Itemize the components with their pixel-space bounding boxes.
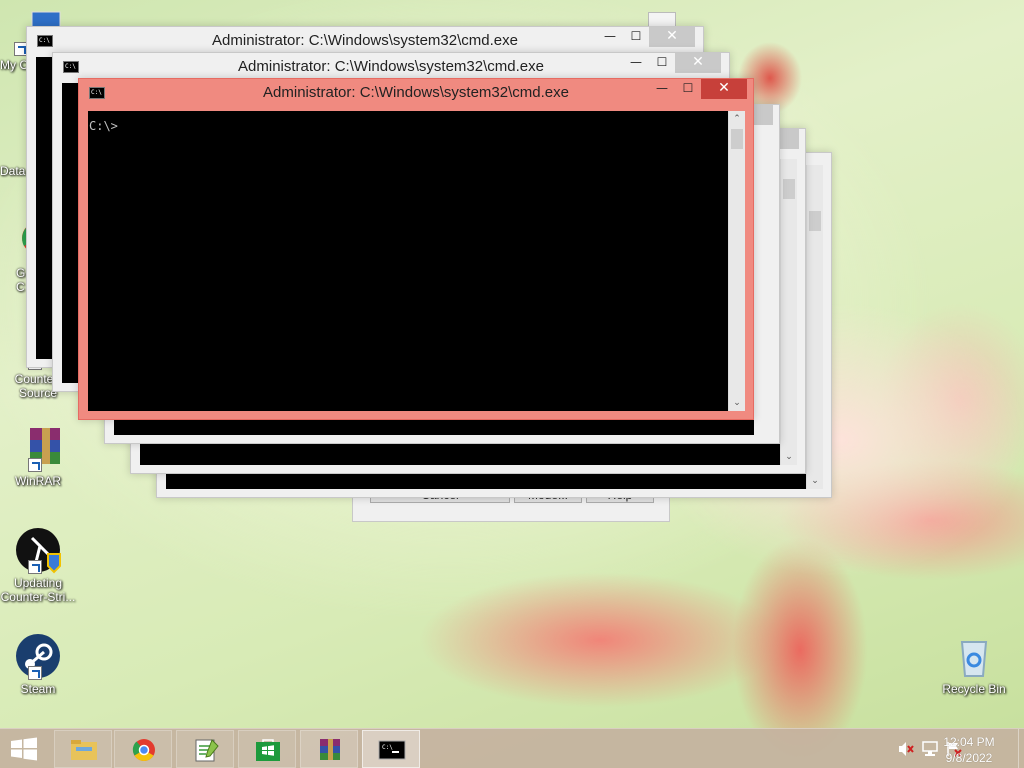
store-icon bbox=[254, 738, 282, 762]
command-prompt: C:\> bbox=[89, 119, 118, 133]
chrome-icon bbox=[130, 738, 158, 762]
vertical-scrollbar[interactable]: ⌄ bbox=[806, 165, 823, 489]
svg-text:C:\: C:\ bbox=[382, 744, 393, 751]
cmd-window-active[interactable]: C:\ Administrator: C:\Windows\system32\c… bbox=[78, 78, 754, 420]
volume-muted-icon[interactable] bbox=[898, 741, 914, 757]
console-output[interactable] bbox=[36, 57, 52, 359]
desktop-icon-winrar[interactable]: WinRAR bbox=[0, 424, 76, 488]
desktop-icon-label: WinRAR bbox=[14, 474, 61, 488]
cs-update-icon bbox=[14, 526, 62, 574]
scroll-down-arrow[interactable]: ⌄ bbox=[729, 395, 745, 411]
minimize-button[interactable]: — bbox=[649, 79, 675, 99]
close-button[interactable]: ✕ bbox=[675, 53, 721, 73]
window-titlebar[interactable]: C:\ Administrator: C:\Windows\system32\c… bbox=[27, 27, 703, 55]
desktop-icon-label: Recycle Bin bbox=[942, 682, 1006, 696]
console-output[interactable]: C:\> bbox=[88, 111, 728, 411]
window-titlebar[interactable]: C:\ Administrator: C:\Windows\system32\c… bbox=[53, 53, 729, 81]
close-button[interactable]: ✕ bbox=[649, 27, 695, 47]
winrar-icon bbox=[316, 738, 344, 762]
minimize-button[interactable]: — bbox=[623, 53, 649, 73]
desktop-icon-label: Steam bbox=[20, 682, 56, 696]
taskbar-item-chrome[interactable] bbox=[114, 730, 172, 768]
maximize-button[interactable]: ☐ bbox=[675, 79, 701, 99]
desktop-icon-cs-update[interactable]: Updating Counter-Stri... bbox=[0, 526, 76, 604]
vertical-scrollbar[interactable]: ⌄ bbox=[780, 159, 797, 465]
close-button[interactable]: ✕ bbox=[701, 79, 747, 99]
vertical-scrollbar[interactable]: ⌃ ⌄ bbox=[728, 111, 745, 411]
window-titlebar[interactable]: C:\ Administrator: C:\Windows\system32\c… bbox=[79, 79, 753, 107]
windows-logo-icon bbox=[11, 737, 37, 761]
scroll-up-arrow[interactable]: ⌃ bbox=[729, 111, 745, 127]
desktop-icon-steam[interactable]: Steam bbox=[0, 632, 76, 696]
taskbar-item-winrar[interactable] bbox=[300, 730, 358, 768]
taskbar-item-notepad-plus[interactable] bbox=[176, 730, 234, 768]
taskbar: C:\ 12:04 PM 9/8/2022 bbox=[0, 728, 1024, 768]
scrollbar-thumb[interactable] bbox=[731, 129, 743, 149]
system-clock[interactable]: 12:04 PM 9/8/2022 bbox=[934, 734, 1004, 766]
desktop-icon-label: Updating Counter-Stri... bbox=[0, 576, 76, 604]
cmd-icon: C:\ bbox=[378, 738, 406, 762]
taskbar-item-file-explorer[interactable] bbox=[54, 730, 112, 768]
taskbar-item-cmd[interactable]: C:\ bbox=[362, 730, 420, 768]
winrar-icon bbox=[14, 424, 62, 472]
maximize-button[interactable]: ☐ bbox=[623, 27, 649, 47]
desktop-icon-recycle-bin[interactable]: Recycle Bin bbox=[936, 632, 1012, 696]
maximize-button[interactable]: ☐ bbox=[649, 53, 675, 73]
clock-time: 12:04 PM bbox=[943, 735, 995, 749]
recycle-bin-icon bbox=[950, 632, 998, 680]
taskbar-item-store[interactable] bbox=[238, 730, 296, 768]
clock-date: 9/8/2022 bbox=[945, 751, 993, 765]
minimize-button[interactable]: — bbox=[597, 27, 623, 47]
notepad-plus-icon bbox=[192, 738, 220, 762]
show-desktop-button[interactable] bbox=[1018, 729, 1024, 768]
start-button[interactable] bbox=[0, 729, 48, 768]
folder-icon bbox=[70, 738, 98, 762]
steam-icon bbox=[14, 632, 62, 680]
